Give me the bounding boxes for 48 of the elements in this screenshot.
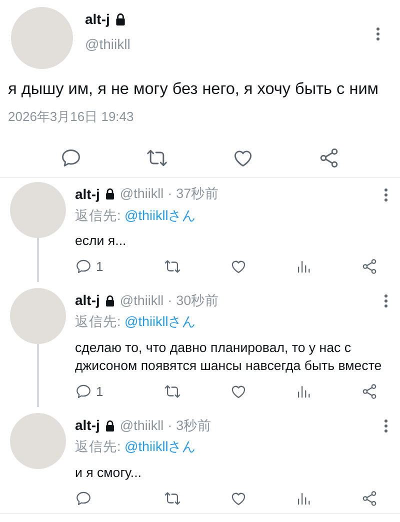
reply-to-label: 返信先: bbox=[75, 208, 121, 223]
reply-text: сделаю то, что давно планировал, то у нас с джисоном появятся шансы навсегда быть вместе bbox=[75, 338, 383, 376]
views-icon[interactable] bbox=[295, 383, 312, 400]
more-icon[interactable] bbox=[384, 188, 388, 202]
share-icon[interactable] bbox=[361, 383, 378, 400]
mention-link[interactable]: @thiikllさん bbox=[124, 314, 196, 330]
reply-count: 1 bbox=[96, 382, 104, 401]
separator-dot: · bbox=[168, 292, 172, 310]
timestamp: 2026年3月16日 19:43 bbox=[8, 108, 135, 126]
more-icon[interactable] bbox=[384, 294, 388, 308]
user-name: alt-j bbox=[75, 291, 100, 310]
post-time: 3秒前 bbox=[176, 416, 212, 435]
user-handle: @thiikll bbox=[120, 292, 164, 310]
share-icon[interactable] bbox=[318, 146, 340, 169]
more-icon[interactable] bbox=[376, 26, 380, 41]
like-icon[interactable] bbox=[230, 383, 246, 400]
reply-icon[interactable] bbox=[75, 258, 92, 276]
more-icon[interactable] bbox=[384, 419, 388, 434]
user-name: alt-j bbox=[75, 184, 100, 204]
reply-icon[interactable] bbox=[75, 490, 92, 508]
reply-icon[interactable] bbox=[60, 146, 82, 169]
user-name: alt-j bbox=[75, 416, 100, 436]
post-time: 37秒前 bbox=[176, 185, 220, 204]
views-icon[interactable] bbox=[295, 258, 312, 276]
reply-to-label: 返信先: bbox=[75, 314, 121, 330]
mention-link[interactable]: @thiikllさん bbox=[124, 208, 196, 223]
user-handle: @thiikll bbox=[120, 185, 164, 204]
post-time: 30秒前 bbox=[176, 292, 220, 310]
tweet-text: я дышу им, я не могу без него, я хочу быть с ним bbox=[8, 79, 380, 100]
user-handle: @thiikll bbox=[85, 35, 132, 54]
user-name: alt-j bbox=[85, 10, 110, 29]
reply-icon[interactable] bbox=[75, 383, 92, 400]
reply-to-label: 返信先: bbox=[75, 439, 121, 454]
share-icon[interactable] bbox=[361, 258, 378, 276]
separator-dot: · bbox=[168, 416, 172, 435]
mention-link[interactable]: @thiikllさん bbox=[124, 439, 196, 454]
reply-count: 1 bbox=[96, 258, 104, 276]
reply-text: если я... bbox=[75, 232, 128, 250]
share-icon[interactable] bbox=[361, 490, 378, 508]
separator-dot: · bbox=[168, 185, 172, 204]
user-handle: @thiikll bbox=[120, 416, 164, 435]
retweet-icon[interactable] bbox=[164, 258, 181, 276]
views-icon[interactable] bbox=[295, 490, 312, 508]
like-icon[interactable] bbox=[230, 258, 246, 276]
retweet-icon[interactable] bbox=[164, 490, 181, 508]
retweet-icon[interactable] bbox=[164, 383, 181, 400]
reply-text: и я смогу... bbox=[75, 464, 142, 482]
like-icon[interactable] bbox=[230, 490, 246, 508]
